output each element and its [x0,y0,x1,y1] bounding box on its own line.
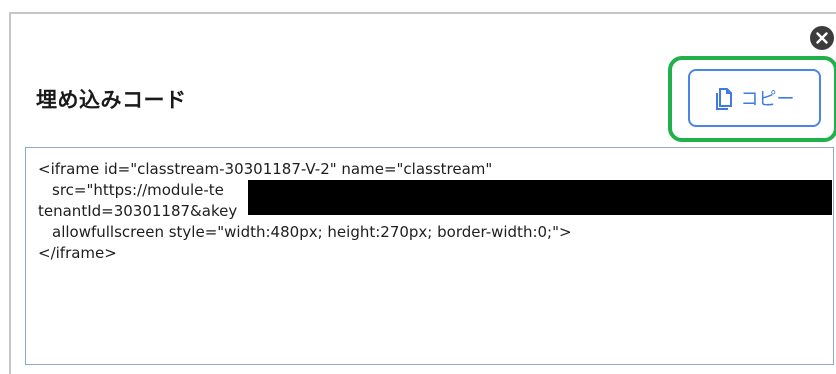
dialog-title: 埋め込みコード [36,88,187,112]
code-line-4: allowfullscreen style="width:480px; heig… [52,223,572,241]
redaction-bar [248,180,832,215]
page: 埋め込みコード コピー <iframe id="classtream-30301… [0,0,836,374]
copy-button[interactable]: コピー [688,69,821,127]
code-line-3: tenantId=30301187&akey [38,202,238,220]
close-button[interactable] [810,26,834,50]
copy-button-label: コピー [740,89,795,110]
code-line-5: </iframe> [38,244,117,262]
code-line-1: <iframe id="classtream-30301187-V-2" nam… [38,160,493,178]
code-line-2: src="https://module-te [52,181,224,199]
close-icon [816,32,828,44]
document-copy-icon [715,88,732,110]
